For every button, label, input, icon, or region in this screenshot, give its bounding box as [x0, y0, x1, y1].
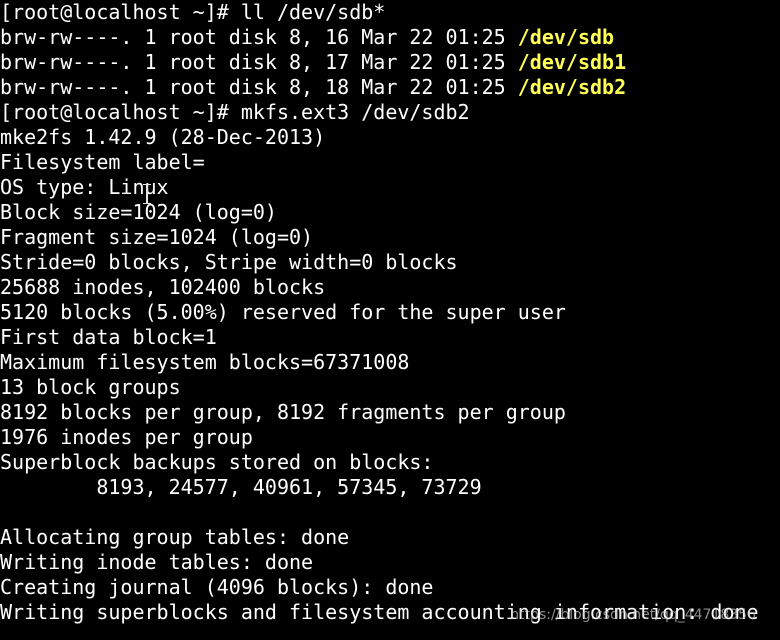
terminal-line: brw-rw----. 1 root disk 8, 18 Mar 22 01:… — [0, 75, 780, 100]
terminal-line-text: [root@localhost ~]# mkfs.ext3 /dev/sdb2 — [0, 100, 470, 124]
mouse-ibeam-cursor-icon — [143, 184, 151, 204]
device-path-highlight: /dev/sdb2 — [517, 75, 627, 99]
watermark: https://blog.csdn.net/qq_44718356 — [510, 607, 756, 623]
terminal-line-text: Maximum filesystem blocks=67371008 — [0, 350, 410, 374]
terminal-line: 13 block groups — [0, 375, 780, 400]
terminal-line: [root@localhost ~]# mkfs.ext3 /dev/sdb2 — [0, 100, 780, 125]
terminal-line-text: brw-rw----. 1 root disk 8, 16 Mar 22 01:… — [0, 25, 518, 49]
terminal-line-text: Superblock backups stored on blocks: — [0, 450, 434, 474]
terminal-line: First data block=1 — [0, 325, 780, 350]
terminal-line: brw-rw----. 1 root disk 8, 17 Mar 22 01:… — [0, 50, 780, 75]
terminal-line-text: Writing inode tables: done — [0, 550, 314, 574]
terminal-line: 25688 inodes, 102400 blocks — [0, 275, 780, 300]
terminal-line: Block size=1024 (log=0) — [0, 200, 780, 225]
terminal-line-text: Fragment size=1024 (log=0) — [0, 225, 314, 249]
terminal-line-text: 5120 blocks (5.00%) reserved for the sup… — [0, 300, 566, 324]
terminal-line: Filesystem label= — [0, 150, 780, 175]
terminal-line-text: mke2fs 1.42.9 (28-Dec-2013) — [0, 125, 326, 149]
terminal-line: Maximum filesystem blocks=67371008 — [0, 350, 780, 375]
terminal-line-text: 25688 inodes, 102400 blocks — [0, 275, 326, 299]
terminal-line: brw-rw----. 1 root disk 8, 16 Mar 22 01:… — [0, 25, 780, 50]
terminal-line: OS type: Linux — [0, 175, 780, 200]
terminal-line: Writing inode tables: done — [0, 550, 780, 575]
terminal-line: Superblock backups stored on blocks: — [0, 450, 780, 475]
terminal-line: Stride=0 blocks, Stripe width=0 blocks — [0, 250, 780, 275]
terminal-line: Fragment size=1024 (log=0) — [0, 225, 780, 250]
terminal-output: [root@localhost ~]# ll /dev/sdb* brw-rw--… — [0, 0, 780, 625]
device-path-highlight: /dev/sdb1 — [517, 50, 627, 74]
terminal-line: 5120 blocks (5.00%) reserved for the sup… — [0, 300, 780, 325]
terminal-line: [root@localhost ~]# ll /dev/sdb* — [0, 0, 780, 25]
terminal-line-text: 1976 inodes per group — [0, 425, 253, 449]
terminal-line-text: Allocating group tables: done — [0, 525, 350, 549]
terminal-line: 8192 blocks per group, 8192 fragments pe… — [0, 400, 780, 425]
terminal-line-text: 8192 blocks per group, 8192 fragments pe… — [0, 400, 566, 424]
terminal-line: 1976 inodes per group — [0, 425, 780, 450]
terminal-line: 8193, 24577, 40961, 57345, 73729 — [0, 475, 780, 500]
terminal-line-text: Filesystem label= — [0, 150, 205, 174]
terminal-line-text: brw-rw----. 1 root disk 8, 17 Mar 22 01:… — [0, 50, 518, 74]
terminal-line-text: Stride=0 blocks, Stripe width=0 blocks — [0, 250, 458, 274]
terminal-line-text: First data block=1 — [0, 325, 217, 349]
terminal-line-text: Creating journal (4096 blocks): done — [0, 575, 434, 599]
terminal-line-text: 13 block groups — [0, 375, 181, 399]
terminal-line: Allocating group tables: done — [0, 525, 780, 550]
terminal-line-text: Block size=1024 (log=0) — [0, 200, 277, 224]
terminal-line: mke2fs 1.42.9 (28-Dec-2013) — [0, 125, 780, 150]
terminal-line: Creating journal (4096 blocks): done — [0, 575, 780, 600]
terminal-line-text: [root@localhost ~]# ll /dev/sdb* — [0, 0, 386, 24]
terminal-line-text: brw-rw----. 1 root disk 8, 18 Mar 22 01:… — [0, 75, 518, 99]
terminal-window[interactable]: [root@localhost ~]# ll /dev/sdb* brw-rw--… — [0, 0, 780, 640]
device-path-highlight: /dev/sdb — [517, 25, 615, 49]
terminal-line-text: 8193, 24577, 40961, 57345, 73729 — [0, 475, 482, 499]
